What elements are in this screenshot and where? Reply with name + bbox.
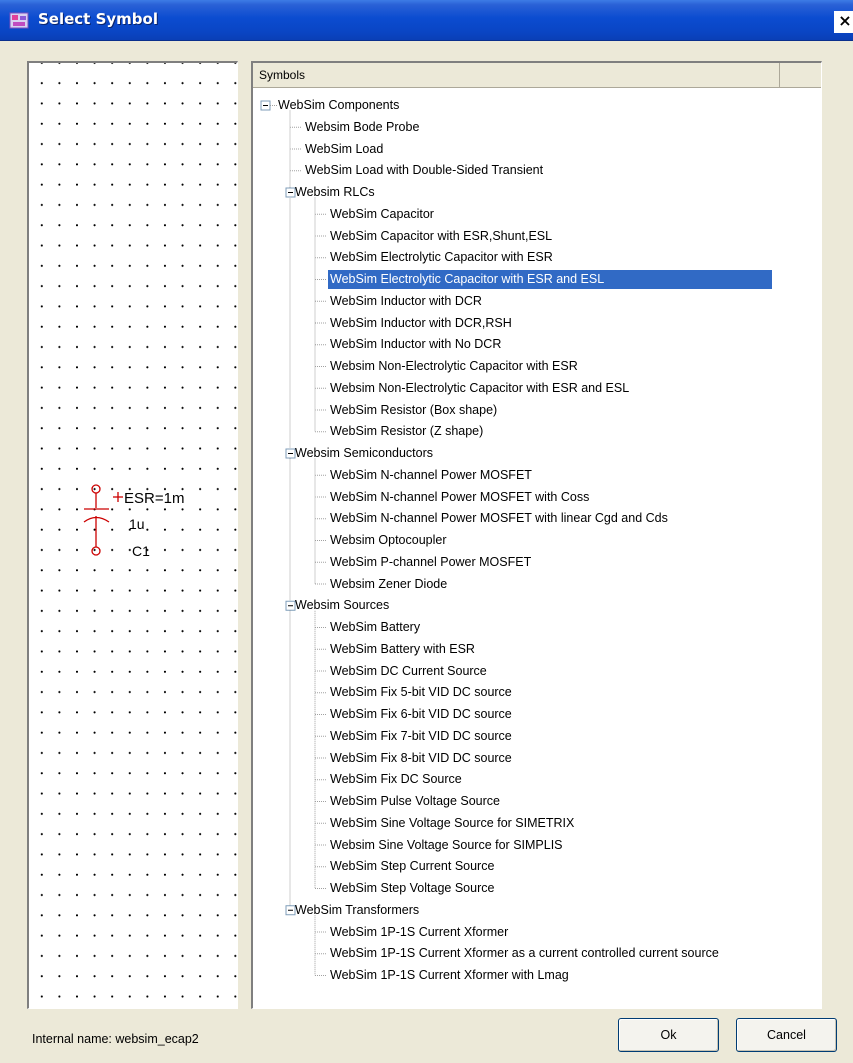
cancel-button[interactable]: Cancel xyxy=(736,1018,837,1052)
tree-item[interactable]: WebSim Sine Voltage Source for SIMETRIX xyxy=(328,814,576,833)
tree-folder-item[interactable]: WebSim Components xyxy=(276,96,401,115)
tree-item[interactable]: WebSim Fix DC Source xyxy=(328,770,464,789)
capacitance-label: 1u xyxy=(129,516,145,532)
tree-item[interactable]: WebSim Step Voltage Source xyxy=(328,879,496,898)
symbols-tree[interactable]: Symbols WebSim Components Websim Bode Pro… xyxy=(251,61,822,1009)
tree-item[interactable]: Websim Non-Electrolytic Capacitor with E… xyxy=(328,357,580,376)
tree-item[interactable]: Websim Optocoupler xyxy=(328,531,449,550)
tree-item[interactable]: WebSim 1P-1S Current Xformer with Lmag xyxy=(328,966,571,985)
close-button[interactable]: × xyxy=(834,11,853,33)
tree-item[interactable]: Websim Non-Electrolytic Capacitor with E… xyxy=(328,379,631,398)
tree-item[interactable]: WebSim Inductor with No DCR xyxy=(328,335,503,354)
window-title: Select Symbol xyxy=(38,10,158,28)
esr-label: ESR=1m xyxy=(124,490,184,507)
select-symbol-dialog: Select Symbol × ESR=1m 1u C1 Symbols Web… xyxy=(0,0,853,1063)
tree-item[interactable]: WebSim Capacitor xyxy=(328,205,436,224)
tree-folder-item[interactable]: Websim Sources xyxy=(293,596,391,615)
tree-item[interactable]: WebSim Fix 8-bit VID DC source xyxy=(328,749,514,768)
tree-item[interactable]: WebSim Battery with ESR xyxy=(328,640,477,659)
title-bar[interactable]: Select Symbol × xyxy=(0,0,853,41)
tree-item[interactable]: WebSim Inductor with DCR,RSH xyxy=(328,314,514,333)
electrolytic-capacitor-symbol: ESR=1m 1u C1 xyxy=(83,484,184,559)
tree-item[interactable]: WebSim Fix 6-bit VID DC source xyxy=(328,705,514,724)
reference-label: C1 xyxy=(132,543,150,559)
tree-item[interactable]: WebSim Step Current Source xyxy=(328,857,496,876)
tree-item[interactable]: WebSim Inductor with DCR xyxy=(328,292,484,311)
tree-item[interactable]: Websim Sine Voltage Source for SIMPLIS xyxy=(328,836,565,855)
tree-item[interactable]: WebSim Capacitor with ESR,Shunt,ESL xyxy=(328,227,554,246)
tree-folder-item[interactable]: Websim RLCs xyxy=(293,183,377,202)
bottom-pin-icon xyxy=(91,546,101,556)
top-pin-icon xyxy=(91,484,101,494)
tree-item[interactable]: WebSim 1P-1S Current Xformer xyxy=(328,923,510,942)
tree-item[interactable]: WebSim DC Current Source xyxy=(328,662,489,681)
tree-item[interactable]: Websim Zener Diode xyxy=(328,575,449,594)
tree-item[interactable]: WebSim 1P-1S Current Xformer as a curren… xyxy=(328,944,721,963)
tree-item[interactable]: WebSim Resistor (Z shape) xyxy=(328,422,485,441)
tree-item[interactable]: WebSim N-channel Power MOSFET xyxy=(328,466,534,485)
tree-item[interactable]: WebSim Fix 5-bit VID DC source xyxy=(328,683,514,702)
ok-button[interactable]: Ok xyxy=(618,1018,719,1052)
tree-item[interactable]: WebSim Fix 7-bit VID DC source xyxy=(328,727,514,746)
symbol-preview: ESR=1m 1u C1 xyxy=(27,61,238,1009)
tree-item[interactable]: WebSim Load xyxy=(303,140,385,159)
tree-item[interactable]: WebSim Battery xyxy=(328,618,422,637)
tree-folder-item[interactable]: WebSim Transformers xyxy=(293,901,421,920)
app-icon xyxy=(9,12,29,29)
tree-item[interactable]: WebSim P-channel Power MOSFET xyxy=(328,553,533,572)
tree-item[interactable]: WebSim Resistor (Box shape) xyxy=(328,401,499,420)
tree-item[interactable]: WebSim N-channel Power MOSFET with Coss xyxy=(328,488,591,507)
tree-item[interactable]: Websim Bode Probe xyxy=(303,118,421,137)
tree-item[interactable]: WebSim Electrolytic Capacitor with ESR a… xyxy=(328,270,772,289)
close-icon: × xyxy=(838,11,852,30)
tree-item[interactable]: WebSim N-channel Power MOSFET with linea… xyxy=(328,509,670,528)
tree-item[interactable]: WebSim Electrolytic Capacitor with ESR xyxy=(328,248,555,267)
tree-folder-item[interactable]: Websim Semiconductors xyxy=(293,444,435,463)
tree-item[interactable]: WebSim Pulse Voltage Source xyxy=(328,792,502,811)
tree-item[interactable]: WebSim Load with Double-Sided Transient xyxy=(303,161,545,180)
internal-name-label: Internal name: websim_ecap2 xyxy=(32,1032,199,1046)
